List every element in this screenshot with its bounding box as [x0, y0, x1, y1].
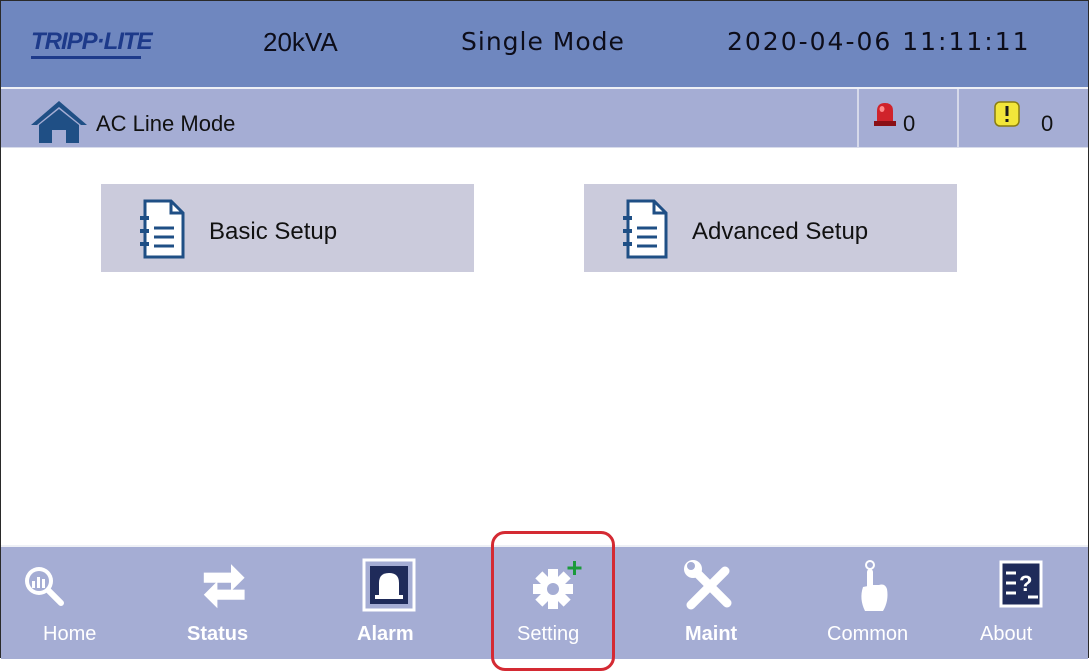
bell-icon — [361, 557, 417, 613]
nav-maint[interactable]: Maint — [675, 547, 775, 659]
nav-common[interactable]: Common — [819, 547, 939, 659]
nav-about-label: About — [980, 623, 1033, 645]
advanced-setup-label: Advanced Setup — [692, 218, 869, 245]
datetime-label: 2020-04-06 11:11:11 — [727, 27, 1031, 56]
operating-mode-label: AC Line Mode — [96, 111, 236, 136]
alarm-beacon-icon — [873, 101, 897, 127]
active-nav-highlight — [491, 531, 615, 671]
nav-alarm[interactable]: Alarm — [351, 547, 451, 659]
warning-count: 0 — [1041, 111, 1054, 136]
svg-text:?: ? — [1019, 571, 1032, 596]
warning-icon — [994, 101, 1020, 127]
nav-common-label: Common — [827, 623, 909, 645]
top-header: TRIPP·LITE 20kVA Single Mode 2020-04-06 … — [1, 1, 1088, 89]
basic-setup-button[interactable]: Basic Setup — [101, 184, 474, 272]
basic-setup-label: Basic Setup — [209, 218, 338, 245]
capacity-label: 20kVA — [263, 27, 338, 57]
pointer-hand-icon — [855, 559, 911, 615]
nav-alarm-label: Alarm — [357, 623, 414, 645]
swap-arrows-icon — [197, 559, 253, 615]
nav-status-label: Status — [187, 623, 249, 645]
system-mode-label: Single Mode — [461, 27, 625, 56]
advanced-setup-button[interactable]: Advanced Setup — [584, 184, 957, 272]
alarm-count: 0 — [903, 111, 916, 136]
ups-screen: TRIPP·LITE 20kVA Single Mode 2020-04-06 … — [0, 0, 1089, 671]
nav-home-label: Home — [43, 623, 97, 645]
document-icon — [137, 198, 187, 260]
nav-status[interactable]: Status — [181, 547, 281, 659]
help-book-icon: ? — [998, 559, 1054, 615]
nav-home[interactable]: Home — [19, 547, 119, 659]
wrench-screwdriver-icon — [681, 559, 737, 615]
nav-about[interactable]: ? About — [976, 547, 1076, 659]
document-icon — [620, 198, 670, 260]
magnifier-chart-icon — [19, 561, 75, 617]
nav-maint-label: Maint — [685, 623, 738, 645]
tripp-lite-logo: TRIPP·LITE — [31, 24, 153, 64]
home-icon[interactable] — [29, 99, 89, 145]
